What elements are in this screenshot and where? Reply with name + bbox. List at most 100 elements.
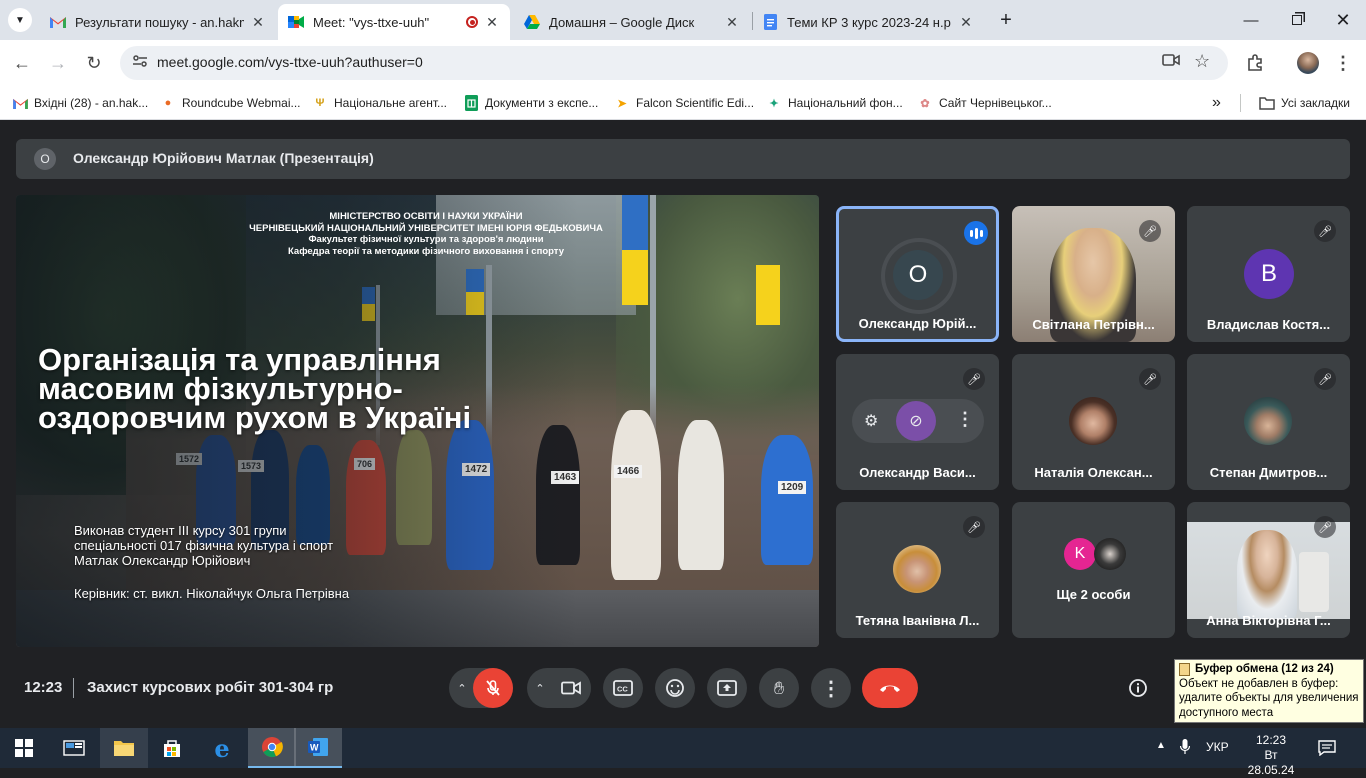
new-tab-button[interactable]: +: [994, 8, 1018, 32]
captions-button[interactable]: CC: [603, 668, 643, 708]
notifications-icon[interactable]: [1318, 740, 1336, 761]
close-icon[interactable]: ✕: [724, 14, 740, 31]
participant-tile[interactable]: 🎤︎ Степан Дмитров...: [1187, 354, 1350, 490]
mic-toggle-button[interactable]: [473, 668, 513, 708]
gmail-icon: [12, 95, 28, 111]
bookmark-item[interactable]: Документи з експе...: [463, 92, 598, 114]
presentation-slide[interactable]: 1572 1573 706 1472 1463 1466 1209 МІНІСТ…: [16, 195, 819, 647]
info-icon: [1129, 679, 1147, 697]
speaking-indicator: [964, 221, 988, 245]
participant-name: Ще 2 особи: [1056, 587, 1131, 602]
start-button[interactable]: [0, 728, 48, 768]
taskbar-chrome[interactable]: [248, 728, 296, 768]
pin-icon[interactable]: ⚙︎: [864, 411, 878, 431]
taskbar-store[interactable]: [148, 728, 196, 768]
meeting-details-button[interactable]: [1118, 668, 1158, 708]
participant-name: Світлана Петрівн...: [1032, 317, 1155, 332]
task-view-button[interactable]: [50, 728, 98, 768]
audio-options-button[interactable]: ⌃: [449, 668, 475, 708]
more-vert-icon[interactable]: ⋮: [956, 409, 974, 430]
reload-button[interactable]: ↻: [79, 48, 109, 78]
more-vert-icon: ⋮: [1334, 52, 1352, 73]
trident-icon: Ψ: [315, 97, 325, 109]
close-icon[interactable]: ✕: [958, 14, 974, 31]
participant-tile[interactable]: 🎤︎ Анна Вікторівна Г...: [1187, 502, 1350, 638]
raise-hand-button[interactable]: ✋︎: [759, 668, 799, 708]
roundcube-icon: ●: [164, 97, 172, 109]
reactions-button[interactable]: [655, 668, 695, 708]
forward-button[interactable]: →: [43, 48, 73, 78]
windows-logo-icon: [15, 739, 33, 757]
present-button[interactable]: [707, 668, 747, 708]
menu-button[interactable]: ⋮: [1328, 48, 1358, 78]
participant-tile[interactable]: В 🎤︎ Владислав Костя...: [1187, 206, 1350, 342]
folder-icon: [1259, 95, 1275, 111]
arrow-left-icon: ←: [13, 52, 31, 73]
restore-button[interactable]: [1274, 0, 1320, 40]
presentation-title: Олександр Юрійович Матлак (Презентація): [73, 150, 374, 166]
tab-docs[interactable]: Теми КР 3 курс 2023-24 н.р.dc ✕: [752, 4, 984, 40]
participant-tile[interactable]: 🎤︎ Тетяна Іванівна Л...: [836, 502, 999, 638]
taskbar-word[interactable]: W: [294, 728, 342, 768]
slide-title-line: масовим фізкультурно-: [38, 371, 403, 406]
minimize-button[interactable]: —: [1228, 0, 1274, 40]
taskbar-explorer[interactable]: [100, 728, 148, 768]
camera-toggle-button[interactable]: [551, 668, 591, 708]
drive-icon: [524, 14, 540, 30]
extensions-button[interactable]: [1240, 48, 1270, 78]
slide-author-line: Матлак Олександр Юрійович: [74, 553, 251, 568]
chrome-icon: [262, 737, 283, 758]
emoji-icon: [666, 679, 684, 697]
participant-tile[interactable]: ⚙︎ ⊘ ⋮ 🎤︎ Олександр Васи...: [836, 354, 999, 490]
close-icon[interactable]: ✕: [484, 14, 500, 31]
tray-chevron-up-icon[interactable]: ▲: [1156, 740, 1166, 751]
participant-name: Анна Вікторівна Г...: [1206, 613, 1331, 628]
participant-tile[interactable]: 🎤︎ Світлана Петрівн...: [1012, 206, 1175, 342]
bookmark-item[interactable]: Вхідні (28) - an.hak...: [12, 92, 148, 114]
bookmark-item[interactable]: ✿ Сайт Чернівецьког...: [917, 92, 1051, 114]
more-options-button[interactable]: ⋮: [811, 668, 851, 708]
microphone-icon[interactable]: [1179, 739, 1191, 760]
bookmark-item[interactable]: Ψ Національне агент...: [312, 92, 447, 114]
slide-author-line: Виконав студент ІІІ курсу 301 групи: [74, 523, 287, 538]
all-bookmarks-button[interactable]: Усі закладки: [1259, 92, 1350, 114]
participant-tile[interactable]: 🎤︎ Наталія Олексан...: [1012, 354, 1175, 490]
avatar-letter: K: [1074, 545, 1086, 562]
video-options-button[interactable]: ⌃: [527, 668, 553, 708]
arrow-right-icon: →: [49, 52, 67, 73]
input-language[interactable]: УКР: [1206, 740, 1229, 754]
participant-tile-more[interactable]: K Ще 2 особи: [1012, 502, 1175, 638]
bookmark-label: Національний фон...: [788, 96, 903, 110]
star-icon[interactable]: ☆: [1194, 51, 1210, 72]
leave-call-button[interactable]: [862, 668, 918, 708]
more-vert-icon: ⋮: [821, 677, 841, 700]
tab-meet[interactable]: Meet: "vys-ttxe-uuh" ✕: [278, 4, 510, 40]
browser-toolbar: ← → ↻ meet.google.com/vys-ttxe-uuh?authu…: [0, 40, 1366, 86]
slide-author: Виконав студент ІІІ курсу 301 групи спец…: [74, 523, 333, 568]
back-button[interactable]: ←: [7, 48, 37, 78]
avatar: [1244, 397, 1292, 445]
bookmark-label: Roundcube Webmai...: [182, 96, 301, 110]
chevron-up-icon: ⌃: [457, 682, 467, 695]
address-bar[interactable]: meet.google.com/vys-ttxe-uuh?authuser=0 …: [120, 46, 1228, 80]
system-clock[interactable]: 12:23 Вт 28.05.24: [1240, 733, 1302, 778]
slide-title-line: Організація та управління: [38, 342, 441, 377]
taskbar-edge[interactable]: e: [198, 728, 246, 768]
tab-search-button[interactable]: ▼: [8, 8, 32, 32]
bookmark-label: Національне агент...: [334, 96, 447, 110]
tab-drive[interactable]: Домашня – Google Диск ✕: [514, 4, 750, 40]
profile-avatar[interactable]: [1293, 48, 1323, 78]
participant-tile[interactable]: O Олександр Юрій...: [836, 206, 999, 342]
site-settings-icon[interactable]: [132, 53, 148, 74]
mic-off-icon: [486, 680, 500, 696]
presenter-avatar: O: [34, 148, 56, 170]
bookmark-item[interactable]: ➤ Falcon Scientific Edi...: [614, 92, 754, 114]
mic-off-icon: 🎤︎: [1139, 220, 1161, 242]
close-icon[interactable]: ✕: [250, 14, 266, 31]
bookmark-item[interactable]: ✦ Національний фон...: [766, 92, 903, 114]
camera-icon[interactable]: [1162, 53, 1180, 72]
bookmark-item[interactable]: ● Roundcube Webmai...: [160, 92, 301, 114]
bookmarks-overflow-button[interactable]: »: [1212, 92, 1221, 114]
tab-gmail[interactable]: Результати пошуку - an.hakma ✕: [40, 4, 276, 40]
close-window-button[interactable]: ✕: [1320, 0, 1366, 40]
